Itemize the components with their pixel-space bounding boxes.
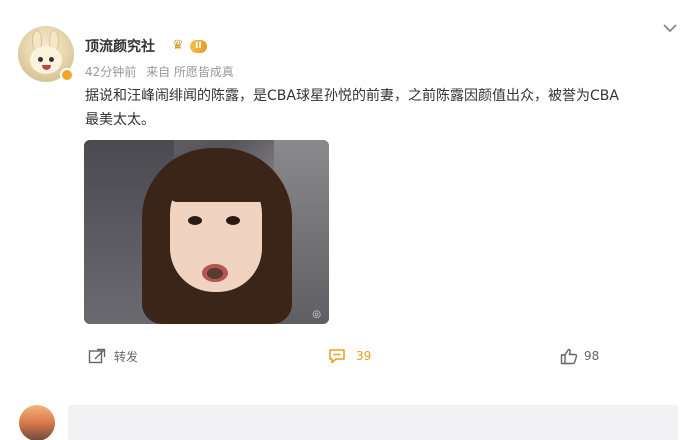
image-watermark: ◎: [312, 309, 321, 320]
photo-eye-left: [188, 216, 202, 225]
like-button[interactable]: 98: [560, 346, 599, 366]
like-count: 98: [584, 349, 600, 363]
post-source[interactable]: 来自 所愿皆成真: [146, 65, 234, 79]
photo-bangs: [170, 162, 265, 202]
repost-label: 转发: [114, 349, 139, 364]
current-user-avatar[interactable]: [19, 405, 55, 440]
chevron-down-icon[interactable]: [662, 22, 678, 34]
post-image[interactable]: ◎: [84, 140, 329, 324]
post-text-line-2: 最美太太。: [85, 112, 155, 128]
avatar-eye-right: [49, 57, 54, 62]
comment-button[interactable]: 39: [328, 346, 371, 366]
repost-icon: [88, 348, 106, 364]
comment-input[interactable]: [68, 405, 678, 440]
photo-food: [207, 268, 223, 279]
author-name[interactable]: 顶流颜究社: [85, 36, 155, 56]
post-time[interactable]: 42分钟前: [85, 65, 136, 79]
post-body: 据说和汪峰闹绯闻的陈露，是CBA球星孙悦的前妻，之前陈露因颜值出众，被誉为CBA…: [85, 84, 677, 132]
post-meta: 42分钟前 来自 所愿皆成真: [85, 63, 240, 80]
repost-button[interactable]: 转发: [88, 346, 138, 366]
like-icon: [560, 348, 578, 364]
comment-icon: [329, 349, 345, 364]
crown-icon: ♛: [172, 38, 184, 53]
comment-count: 39: [356, 349, 372, 363]
verified-badge-icon: [60, 68, 74, 82]
level-label: II: [190, 39, 207, 53]
user-level-badge[interactable]: ♛ II: [172, 38, 212, 54]
photo-eye-right: [226, 216, 240, 225]
post-text-line-1: 据说和汪峰闹绯闻的陈露，是CBA球星孙悦的前妻，之前陈露因颜值出众，被誉为CBA: [85, 88, 619, 104]
avatar-eye-left: [38, 57, 43, 62]
